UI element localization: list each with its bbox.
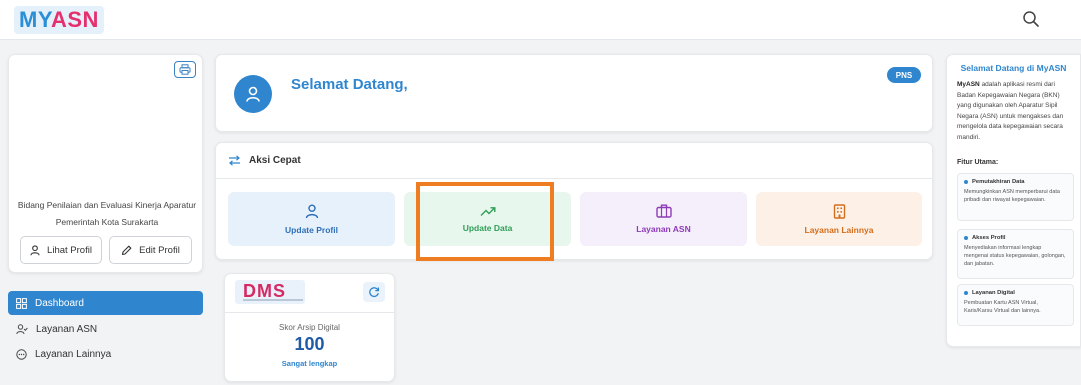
view-profile-label: Lihat Profil: [47, 244, 92, 256]
welcome-card: Selamat Datang, PNS: [215, 54, 933, 132]
info-title: Selamat Datang di MyASN: [960, 63, 1067, 73]
divider: [225, 312, 394, 313]
sidebar-item-dashboard[interactable]: Dashboard: [8, 291, 203, 315]
score-label: Skor Arsip Digital: [279, 323, 340, 332]
sidebar-item-layanan-asn[interactable]: Layanan ASN: [8, 317, 203, 341]
print-button[interactable]: [174, 61, 196, 78]
trending-up-icon: [480, 206, 495, 216]
feature-title: Pemutakhiran Data: [972, 179, 1025, 185]
dms-logo: DMS: [235, 280, 305, 304]
score-value: 100: [294, 334, 325, 354]
dms-card: DMS Skor Arsip Digital 100 Sangat lengka…: [224, 273, 395, 382]
feature-title: Layanan Digital: [972, 290, 1015, 296]
info-panel: Selamat Datang di MyASN MyASN adalah apl…: [946, 54, 1081, 347]
logo-part-my: MY: [19, 7, 51, 32]
feature-description: Memungkinkan ASN memperbarui data pribad…: [964, 189, 1060, 203]
layanan-lainnya-tile[interactable]: Layanan Lainnya: [756, 192, 922, 246]
bullet-icon: [964, 180, 968, 184]
feature-item: Pemutakhiran Data Memungkinkan ASN mempe…: [957, 173, 1074, 221]
edit-profile-label: Edit Profil: [139, 244, 180, 256]
printer-icon: [179, 64, 191, 75]
refresh-icon: [369, 287, 380, 298]
user-icon: [30, 244, 40, 255]
quick-actions-title: Aksi Cepat: [249, 155, 301, 166]
bullet-icon: [964, 236, 968, 240]
tile-label: Layanan ASN: [636, 224, 691, 234]
update-profile-tile[interactable]: Update Profil: [228, 192, 395, 246]
layanan-asn-tile[interactable]: Layanan ASN: [580, 192, 747, 246]
sidebar-item-label: Dashboard: [35, 297, 84, 309]
quick-actions-header: Aksi Cepat: [216, 143, 932, 179]
profile-card: Bidang Penilaian dan Evaluasi Kinerja Ap…: [8, 54, 203, 273]
update-data-tile[interactable]: Update Data: [404, 192, 571, 246]
edit-profile-button[interactable]: Edit Profil: [109, 236, 192, 264]
feature-description: Menyediakan informasi lengkap mengenai s…: [964, 245, 1066, 267]
feature-title: Akses Profil: [972, 235, 1006, 241]
building-icon: [833, 203, 845, 219]
refresh-button[interactable]: [363, 282, 385, 302]
feature-item: Layanan Digital Pembuatan Kartu ASN Virt…: [957, 284, 1074, 326]
top-bar: MYASN: [0, 0, 1081, 40]
more-circle-icon: [16, 348, 27, 360]
briefcase-icon: [655, 204, 672, 218]
swap-arrows-icon: [229, 155, 240, 166]
search-icon[interactable]: [1020, 8, 1042, 30]
features-title: Fitur Utama:: [957, 159, 999, 166]
status-badge: PNS: [887, 67, 921, 83]
welcome-title: Selamat Datang,: [291, 76, 408, 93]
feature-description: Pembuatan Kartu ASN Virtual, Karis/Karsu…: [964, 300, 1041, 314]
user-check-icon: [16, 323, 28, 334]
tile-label: Update Profil: [285, 224, 338, 235]
view-profile-button[interactable]: Lihat Profil: [20, 236, 102, 264]
grid-icon: [16, 297, 27, 309]
info-brand: MyASN: [957, 81, 980, 88]
pencil-icon: [122, 245, 132, 255]
score-status: Sangat lengkap: [281, 359, 338, 368]
user-icon: [246, 86, 260, 102]
user-icon: [305, 203, 318, 218]
info-description: MyASN adalah aplikasi resmi dari Badan K…: [957, 80, 1075, 143]
feature-item: Akses Profil Menyediakan informasi lengk…: [957, 229, 1074, 279]
myasn-logo[interactable]: MYASN: [14, 6, 104, 34]
bullet-icon: [964, 291, 968, 295]
quick-actions-card: Aksi Cepat Update Profil Update Data Lay…: [215, 142, 933, 260]
dms-logo-underline: [243, 299, 303, 301]
info-description-text: adalah aplikasi resmi dari Badan Kepegaw…: [957, 81, 1064, 141]
sidebar-item-label: Layanan ASN: [36, 323, 98, 335]
avatar: [234, 75, 272, 113]
sidebar-item-label: Layanan Lainnya: [35, 348, 112, 360]
sidebar-item-layanan-lainnya[interactable]: Layanan Lainnya: [8, 342, 203, 366]
tile-label: Layanan Lainnya: [804, 224, 874, 235]
tile-label: Update Data: [462, 222, 513, 233]
logo-part-asn: ASN: [50, 7, 99, 32]
organization-name: Bidang Penilaian dan Evaluasi Kinerja Ap…: [17, 200, 197, 227]
